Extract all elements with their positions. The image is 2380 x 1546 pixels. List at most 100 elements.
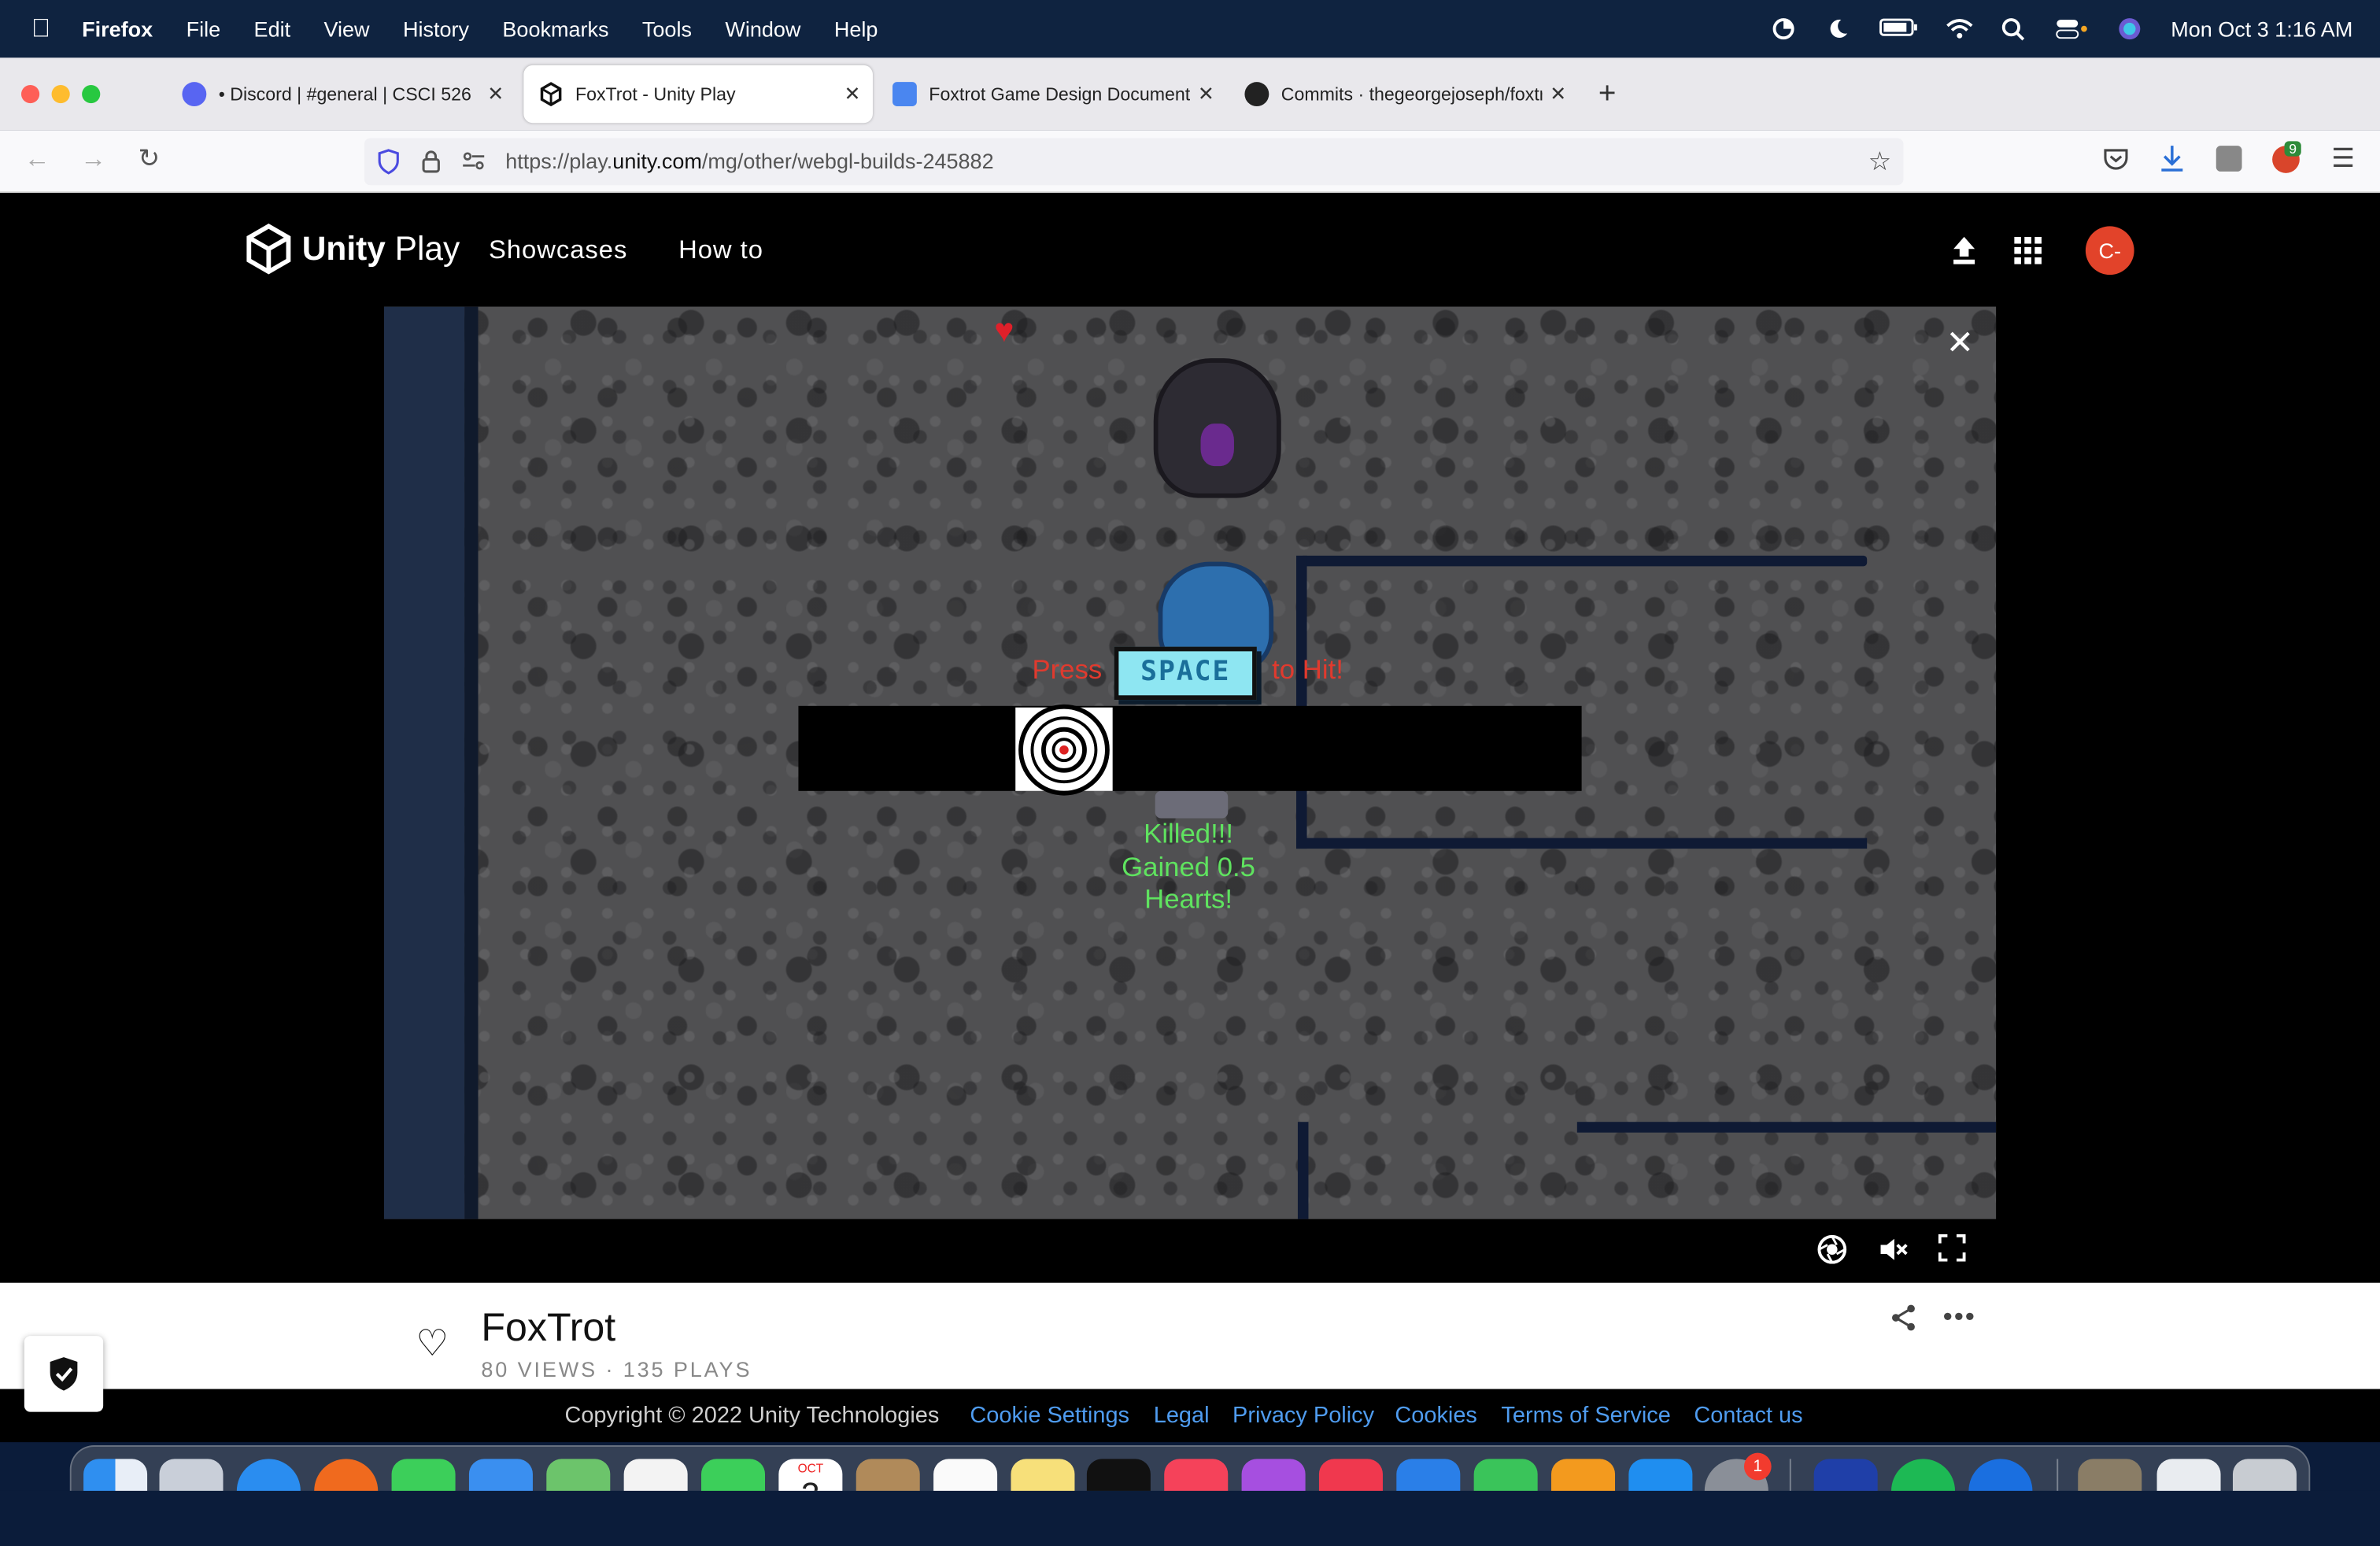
siri-icon[interactable] xyxy=(2116,17,2144,41)
back-arrow-icon[interactable]: ← xyxy=(24,144,50,175)
contacts-icon[interactable] xyxy=(856,1459,920,1491)
new-tab-button[interactable]: + xyxy=(1598,77,1617,112)
focus-status-icon[interactable] xyxy=(1770,17,1798,41)
menu-view[interactable]: View xyxy=(324,17,370,41)
spotlight-search-icon[interactable] xyxy=(2001,17,2028,41)
apple-menu-icon[interactable]:  xyxy=(0,13,82,44)
url-text[interactable]: https://play.unity.com/mg/other/webgl-bu… xyxy=(505,149,993,173)
mail-icon[interactable] xyxy=(468,1459,533,1491)
cookies-link[interactable]: Cookies xyxy=(1395,1403,1477,1429)
close-tab-icon[interactable]: ✕ xyxy=(1198,82,1214,106)
wall-lower-right xyxy=(1576,1122,1997,1133)
permissions-icon[interactable] xyxy=(461,150,486,179)
like-heart-icon[interactable]: ♡ xyxy=(416,1322,448,1367)
reload-icon[interactable]: ↻ xyxy=(139,144,160,175)
more-options-icon[interactable]: ••• xyxy=(1943,1301,1976,1333)
tab-github-commits[interactable]: Commits · thegeorgejoseph/foxtrot ✕ xyxy=(1229,65,1579,123)
menu-history[interactable]: History xyxy=(403,17,469,41)
game-canvas[interactable]: ♥ ✕ Press SPACE to Hit! Killed!!! Gained… xyxy=(383,306,1997,1219)
menu-bookmarks[interactable]: Bookmarks xyxy=(502,17,608,41)
close-game-icon[interactable]: ✕ xyxy=(1946,324,1974,363)
control-center-icon[interactable] xyxy=(2056,17,2089,41)
launchpad-icon[interactable] xyxy=(159,1459,224,1491)
nav-showcases[interactable]: Showcases xyxy=(489,235,627,266)
music-icon[interactable] xyxy=(1164,1459,1229,1491)
screenshot-aperture-icon[interactable] xyxy=(1817,1234,1848,1272)
moon-icon[interactable] xyxy=(1824,17,1852,41)
tab-discord[interactable]: • Discord | #general | CSCI 526 ✕ xyxy=(167,65,516,123)
close-tab-icon[interactable]: ✕ xyxy=(844,82,860,106)
notes-icon[interactable] xyxy=(1011,1459,1075,1491)
user-avatar[interactable]: C- xyxy=(2085,226,2134,276)
screenshot-stack-icon[interactable] xyxy=(2156,1459,2221,1491)
close-tab-icon[interactable]: ✕ xyxy=(487,82,504,106)
firefox-icon[interactable] xyxy=(314,1459,379,1491)
reminders-icon[interactable] xyxy=(933,1459,998,1491)
menu-file[interactable]: File xyxy=(187,17,221,41)
cookie-settings-link[interactable]: Cookie Settings xyxy=(970,1403,1129,1429)
calendar-icon[interactable]: OCT 3 xyxy=(778,1459,843,1491)
macos-menu-bar:  Firefox File Edit View History Bookmar… xyxy=(0,0,2380,58)
menu-tools[interactable]: Tools xyxy=(642,17,692,41)
safari-icon[interactable] xyxy=(236,1459,301,1491)
productivity-app-icon[interactable] xyxy=(1968,1459,2033,1491)
webex-icon[interactable] xyxy=(1813,1459,1878,1491)
messages-icon[interactable] xyxy=(391,1459,456,1491)
trash-icon[interactable] xyxy=(2232,1459,2297,1491)
contact-us-link[interactable]: Contact us xyxy=(1694,1403,1802,1429)
dock-separator xyxy=(2057,1459,2059,1491)
upload-icon[interactable] xyxy=(1950,235,1978,273)
tracking-protection-shield-icon[interactable] xyxy=(376,149,401,182)
unity-play-brand[interactable]: Unity Play xyxy=(302,229,460,268)
browser-nav-bar: ← → ↻ https://play.unity.com/mg/other/we… xyxy=(0,130,2380,193)
terms-of-service-link[interactable]: Terms of Service xyxy=(1501,1403,1670,1429)
extension-icon[interactable] xyxy=(2216,146,2242,172)
menu-help[interactable]: Help xyxy=(834,17,878,41)
app-store-icon[interactable] xyxy=(1628,1459,1693,1491)
facetime-icon[interactable] xyxy=(701,1459,766,1491)
tab-foxtrot-unity-play[interactable]: FoxTrot - Unity Play ✕ xyxy=(523,65,873,124)
url-bar[interactable]: https://play.unity.com/mg/other/webgl-bu… xyxy=(364,138,1904,186)
pocket-icon[interactable] xyxy=(2102,146,2130,180)
wifi-icon[interactable] xyxy=(1946,17,1974,41)
finder-icon[interactable] xyxy=(83,1459,148,1491)
menu-bar-clock[interactable]: Mon Oct 3 1:16 AM xyxy=(2171,17,2352,41)
lock-icon[interactable] xyxy=(420,149,442,182)
close-window-button[interactable] xyxy=(21,85,40,104)
legal-link[interactable]: Legal xyxy=(1154,1403,1210,1429)
hamburger-menu-icon[interactable]: ☰ xyxy=(2331,144,2354,175)
macos-dock: OCT 3 1 xyxy=(69,1445,2311,1491)
wall-left xyxy=(1296,555,1307,849)
zoom-window-button[interactable] xyxy=(82,85,101,104)
numbers-icon[interactable] xyxy=(1473,1459,1538,1491)
tab-game-design-document[interactable]: Foxtrot Game Design Document ✕ xyxy=(878,65,1227,123)
unity-logo-icon[interactable] xyxy=(246,224,291,276)
menu-edit[interactable]: Edit xyxy=(254,17,291,41)
battery-icon[interactable] xyxy=(1879,17,1919,41)
pages-icon[interactable] xyxy=(1551,1459,1616,1491)
left-panel-edge xyxy=(464,306,479,1219)
mute-speaker-icon[interactable] xyxy=(1878,1234,1909,1272)
bookmark-star-icon[interactable]: ☆ xyxy=(1868,147,1891,178)
downloads-stack-icon[interactable] xyxy=(2078,1459,2142,1491)
menu-app-name[interactable]: Firefox xyxy=(82,17,153,41)
minimize-window-button[interactable] xyxy=(51,85,70,104)
apps-grid-icon[interactable] xyxy=(2014,236,2042,272)
apple-tv-icon[interactable] xyxy=(1086,1459,1151,1491)
nav-how-to[interactable]: How to xyxy=(678,235,763,266)
maps-icon[interactable] xyxy=(546,1459,611,1491)
fullscreen-icon[interactable] xyxy=(1938,1233,1966,1269)
podcasts-icon[interactable] xyxy=(1241,1459,1306,1491)
photos-icon[interactable] xyxy=(623,1459,688,1491)
github-icon xyxy=(1244,82,1269,107)
close-tab-icon[interactable]: ✕ xyxy=(1550,82,1566,106)
spotify-icon[interactable] xyxy=(1891,1459,1956,1491)
forward-arrow-icon[interactable]: → xyxy=(80,144,106,175)
privacy-shield-button[interactable] xyxy=(24,1336,104,1412)
privacy-policy-link[interactable]: Privacy Policy xyxy=(1232,1403,1374,1429)
news-icon[interactable] xyxy=(1318,1459,1383,1491)
menu-window[interactable]: Window xyxy=(725,17,800,41)
keynote-icon[interactable] xyxy=(1396,1459,1461,1491)
share-icon[interactable] xyxy=(1890,1304,1917,1339)
downloads-icon[interactable] xyxy=(2158,144,2186,180)
